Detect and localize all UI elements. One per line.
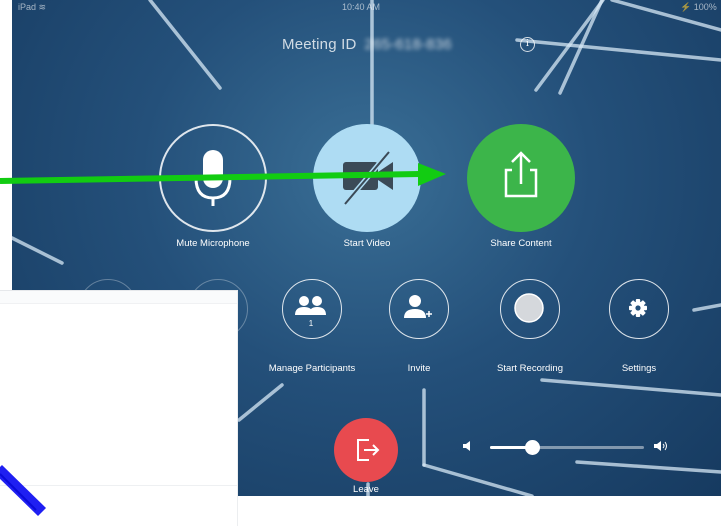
settings-button[interactable] bbox=[609, 279, 669, 339]
start-video-button[interactable] bbox=[313, 124, 421, 232]
volume-slider[interactable] bbox=[490, 440, 644, 455]
mute-microphone-button[interactable] bbox=[159, 124, 267, 232]
invite-label: Invite bbox=[407, 363, 431, 374]
panel-divider bbox=[0, 485, 237, 486]
start-recording-button[interactable] bbox=[500, 279, 560, 339]
meeting-id-label: Meeting ID bbox=[282, 36, 357, 53]
speaker-high-icon bbox=[654, 441, 667, 451]
manage-participants-button[interactable]: 1 bbox=[282, 279, 342, 339]
invite-button[interactable] bbox=[389, 279, 449, 339]
leave-button[interactable] bbox=[334, 418, 398, 482]
start-recording-label: Start Recording bbox=[496, 363, 563, 374]
add-user-icon bbox=[404, 295, 432, 318]
panel-header-strip bbox=[0, 291, 237, 304]
gear-icon bbox=[629, 299, 647, 317]
share-icon bbox=[504, 151, 538, 198]
share-content-button[interactable] bbox=[467, 124, 575, 232]
video-off-icon bbox=[343, 150, 393, 206]
info-icon[interactable]: i bbox=[520, 37, 535, 52]
meeting-id-value: 265-618-836 bbox=[364, 36, 452, 53]
start-video-label: Start Video bbox=[343, 238, 391, 249]
meeting-id-row: Meeting ID 265-618-836 bbox=[282, 36, 452, 53]
status-clock: 10:40 AM bbox=[342, 2, 381, 12]
status-battery: ⚡ 100% bbox=[680, 2, 717, 12]
record-icon bbox=[514, 293, 544, 323]
leave-label: Leave bbox=[353, 484, 379, 495]
microphone-icon bbox=[194, 150, 232, 206]
volume-knob[interactable] bbox=[524, 440, 540, 455]
settings-label: Settings bbox=[621, 363, 657, 374]
mute-microphone-label: Mute Microphone bbox=[176, 238, 250, 249]
leave-icon bbox=[357, 439, 380, 461]
participant-count-badge: 1 bbox=[308, 319, 314, 328]
overlay-panel bbox=[0, 290, 238, 526]
share-content-label: Share Content bbox=[490, 238, 552, 249]
status-left: iPad ≋ bbox=[18, 2, 47, 12]
speaker-low-icon bbox=[463, 441, 470, 451]
manage-participants-label: Manage Participants bbox=[268, 363, 356, 374]
